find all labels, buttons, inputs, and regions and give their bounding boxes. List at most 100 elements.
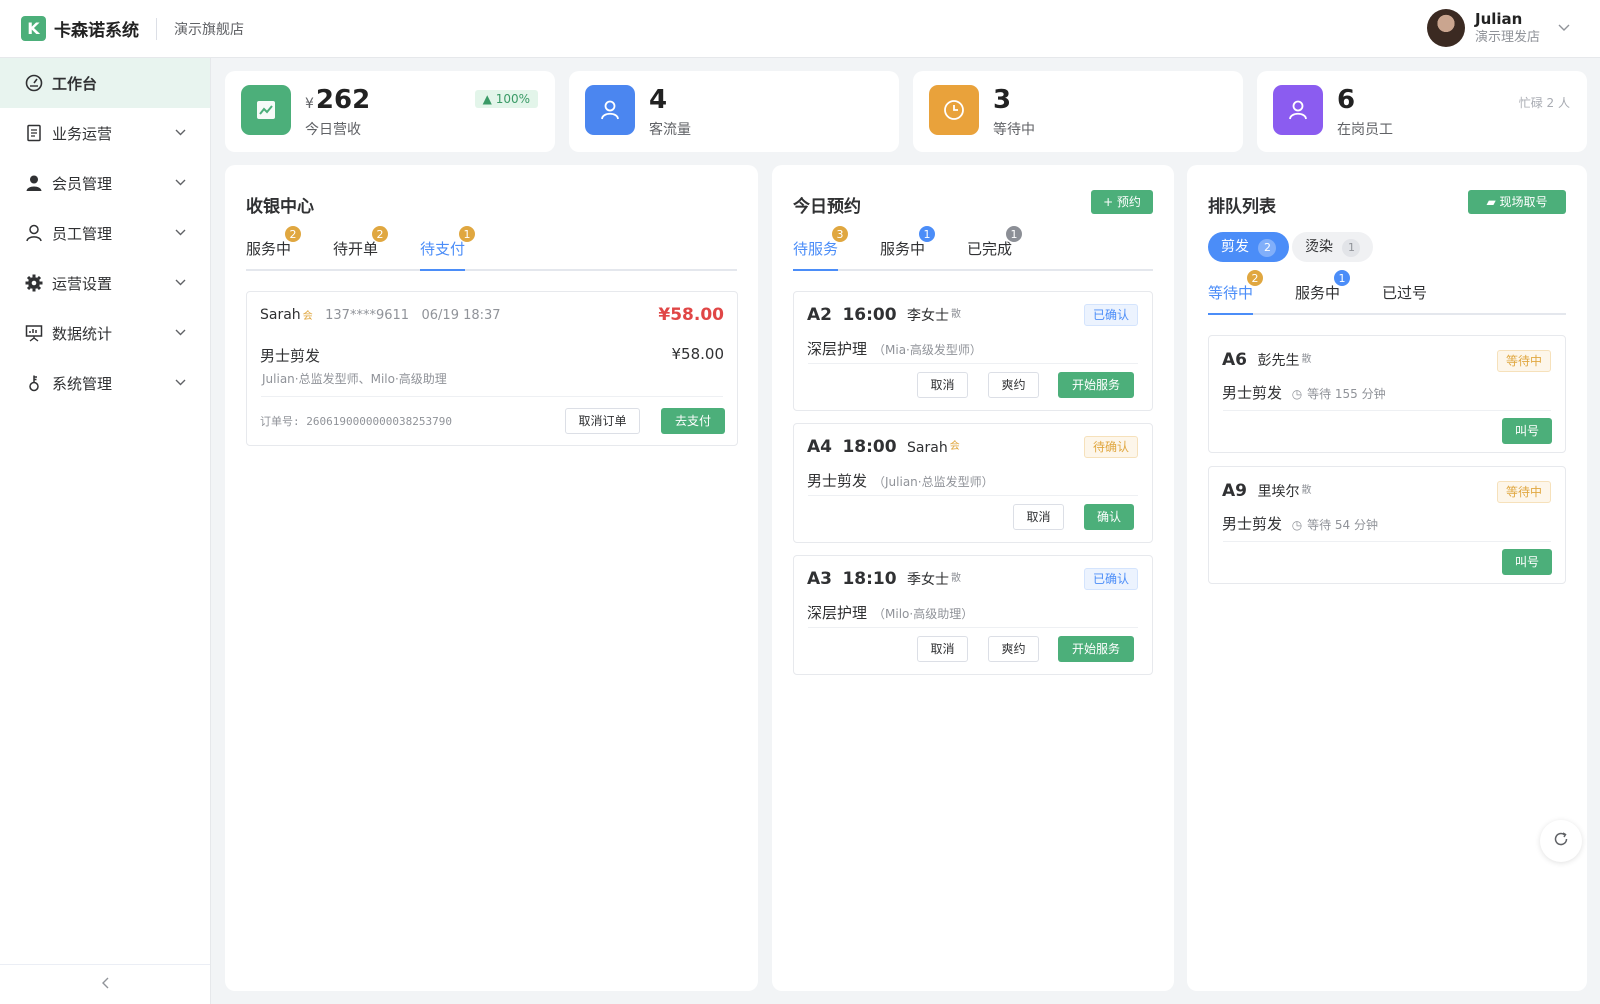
guest-mark: 散 <box>951 573 962 584</box>
store-name: 演示旗舰店 <box>174 21 244 38</box>
sidebar-item-settings[interactable]: 运营设置 <box>0 258 210 308</box>
clock-icon: ◷ <box>1291 387 1303 401</box>
sidebar-item-label: 运营设置 <box>52 274 113 293</box>
status-badge: 等待中 <box>1496 350 1551 372</box>
chevron-down-icon <box>175 328 186 339</box>
confirm-button[interactable]: 确认 <box>1084 504 1134 530</box>
header-divider <box>156 17 157 40</box>
user-name: Julian <box>1474 10 1523 28</box>
tab-pending-order[interactable]: 待开单 2 <box>333 225 390 271</box>
wait-time: 等待 54 分钟 <box>1307 518 1378 532</box>
no-show-button[interactable]: 爽约 <box>988 636 1039 662</box>
service-staff: Julian·总监发型师、Milo·高级助理 <box>262 372 447 386</box>
service-name: 男士剪发 <box>260 347 321 365</box>
sidebar-collapse-button[interactable] <box>0 964 210 1004</box>
tab-waiting[interactable]: 等待中 2 <box>1208 269 1265 315</box>
sidebar-item-label: 会员管理 <box>52 174 113 193</box>
call-number-button[interactable]: 叫号 <box>1502 549 1552 575</box>
user-filled-icon <box>25 174 43 192</box>
growth-badge: ▲ 100% <box>474 90 538 108</box>
appointment-time: 18:10 <box>842 569 897 589</box>
queue-code: A9 <box>1222 481 1247 501</box>
customer-name: 彭先生 <box>1257 353 1300 369</box>
category-chip-cut[interactable]: 剪发 2 <box>1208 232 1290 262</box>
cancel-button[interactable]: 取消 <box>917 372 968 398</box>
busy-note: 忙碌 2 人 <box>1518 96 1570 110</box>
dashboard-icon <box>25 74 43 92</box>
user-menu[interactable]: Julian 演示理发店 <box>1426 9 1570 47</box>
cashier-tabs: 服务中 2 待开单 2 待支付 1 <box>246 225 737 271</box>
stat-label: 等待中 <box>993 122 1035 138</box>
cashier-panel: 收银中心 服务中 2 待开单 2 待支付 1 Sarah 会 137****9611 0… <box>225 165 758 991</box>
call-number-button[interactable]: 叫号 <box>1502 418 1552 444</box>
appointment-code: A2 <box>807 305 832 325</box>
refresh-icon[interactable] <box>1553 831 1569 851</box>
appointment-service: 深层护理 （Milo·高级助理） <box>807 604 974 622</box>
chevron-down-icon <box>175 228 186 239</box>
stat-value: 3 <box>993 85 1012 115</box>
count-badge: 1 <box>458 225 477 243</box>
divider <box>1223 541 1551 542</box>
status-badge: 待确认 <box>1083 436 1138 458</box>
guest-mark: 散 <box>951 309 962 320</box>
ticket-icon: ▰ <box>1486 195 1496 209</box>
sidebar-item-statistics[interactable]: 数据统计 <box>0 308 210 358</box>
system-name: 卡森诺系统 <box>54 21 139 41</box>
customer-name: Sarah <box>260 307 301 323</box>
presentation-chart-icon <box>25 324 43 342</box>
sidebar-item-label: 工作台 <box>52 74 98 93</box>
appointment-card: A3 18:10 季女士散 已确认 深层护理 （Milo·高级助理） 取消 爽约 … <box>793 555 1153 675</box>
avatar[interactable] <box>1426 9 1465 47</box>
queue-panel: 排队列表 ▰ 现场取号 剪发 2 烫染 1 等待中 2 服务中 1 已过号 A6 彭… <box>1187 165 1587 991</box>
chevron-left-icon[interactable] <box>101 977 109 993</box>
tab-waiting-service[interactable]: 待服务 3 <box>793 225 850 271</box>
divider <box>1223 410 1551 411</box>
refresh-button[interactable] <box>1540 820 1582 862</box>
start-service-button[interactable]: 开始服务 <box>1058 372 1134 398</box>
sidebar-item-dashboard[interactable]: 工作台 <box>0 58 210 108</box>
tab-passed[interactable]: 已过号 <box>1382 281 1427 315</box>
pay-button[interactable]: 去支付 <box>661 408 725 434</box>
divider <box>808 495 1138 496</box>
no-show-button[interactable]: 爽约 <box>988 372 1039 398</box>
cancel-button[interactable]: 取消 <box>917 636 968 662</box>
cancel-order-button[interactable]: 取消订单 <box>565 408 640 434</box>
cancel-button[interactable]: 取消 <box>1013 504 1064 530</box>
appointment-card: A4 18:00 Sarah 会 待确认 男士剪发 （Julian·总监发型师） 取… <box>793 423 1153 543</box>
category-chip-perm[interactable]: 烫染 1 <box>1292 232 1374 262</box>
tab-completed[interactable]: 已完成 1 <box>967 225 1024 271</box>
customer-name: Sarah <box>907 440 948 456</box>
user-store: 演示理发店 <box>1474 30 1540 45</box>
queue-header: A6 彭先生散 <box>1222 350 1311 370</box>
stat-card-revenue: ¥262 今日营收 ▲ 100% <box>225 71 555 152</box>
appointment-header: A3 18:10 季女士散 <box>807 569 961 589</box>
add-appointment-button[interactable]: + 预约 <box>1091 190 1153 214</box>
tab-pending-payment[interactable]: 待支付 1 <box>420 225 477 271</box>
queue-card: A6 彭先生散 等待中 男士剪发 ◷ 等待 155 分钟 叫号 <box>1208 335 1566 453</box>
count-badge: 1 <box>1342 239 1361 257</box>
key-icon <box>25 374 43 392</box>
sidebar: 工作台 业务运营 会员管理 员工管理 运营设置 数据统计 系统管理 <box>0 58 211 1004</box>
customer-name: 里埃尔 <box>1257 484 1300 500</box>
tab-in-service[interactable]: 服务中 1 <box>1295 269 1352 315</box>
walk-in-ticket-button[interactable]: ▰ 现场取号 <box>1468 190 1566 214</box>
stat-value: 6 <box>1337 85 1356 115</box>
chevron-down-icon[interactable] <box>1558 21 1570 35</box>
tab-in-service[interactable]: 服务中 2 <box>246 225 303 271</box>
order-number: 订单号: 2606190000000038253790 <box>260 415 452 428</box>
sidebar-item-system[interactable]: 系统管理 <box>0 358 210 408</box>
count-badge: 1 <box>1005 225 1024 243</box>
user-icon <box>1273 85 1323 135</box>
divider <box>261 396 723 397</box>
queue-card: A9 里埃尔散 等待中 男士剪发 ◷ 等待 54 分钟 叫号 <box>1208 466 1566 584</box>
sidebar-item-members[interactable]: 会员管理 <box>0 158 210 208</box>
sidebar-item-label: 系统管理 <box>52 374 113 393</box>
queue-header: A9 里埃尔散 <box>1222 481 1311 501</box>
start-service-button[interactable]: 开始服务 <box>1058 636 1134 662</box>
sidebar-item-business[interactable]: 业务运营 <box>0 108 210 158</box>
sidebar-item-staff[interactable]: 员工管理 <box>0 208 210 258</box>
tab-in-service[interactable]: 服务中 1 <box>880 225 937 271</box>
customer-name: 李女士 <box>907 308 950 324</box>
queue-service: 男士剪发 ◷ 等待 54 分钟 <box>1222 515 1378 533</box>
guest-mark: 散 <box>1301 485 1312 496</box>
